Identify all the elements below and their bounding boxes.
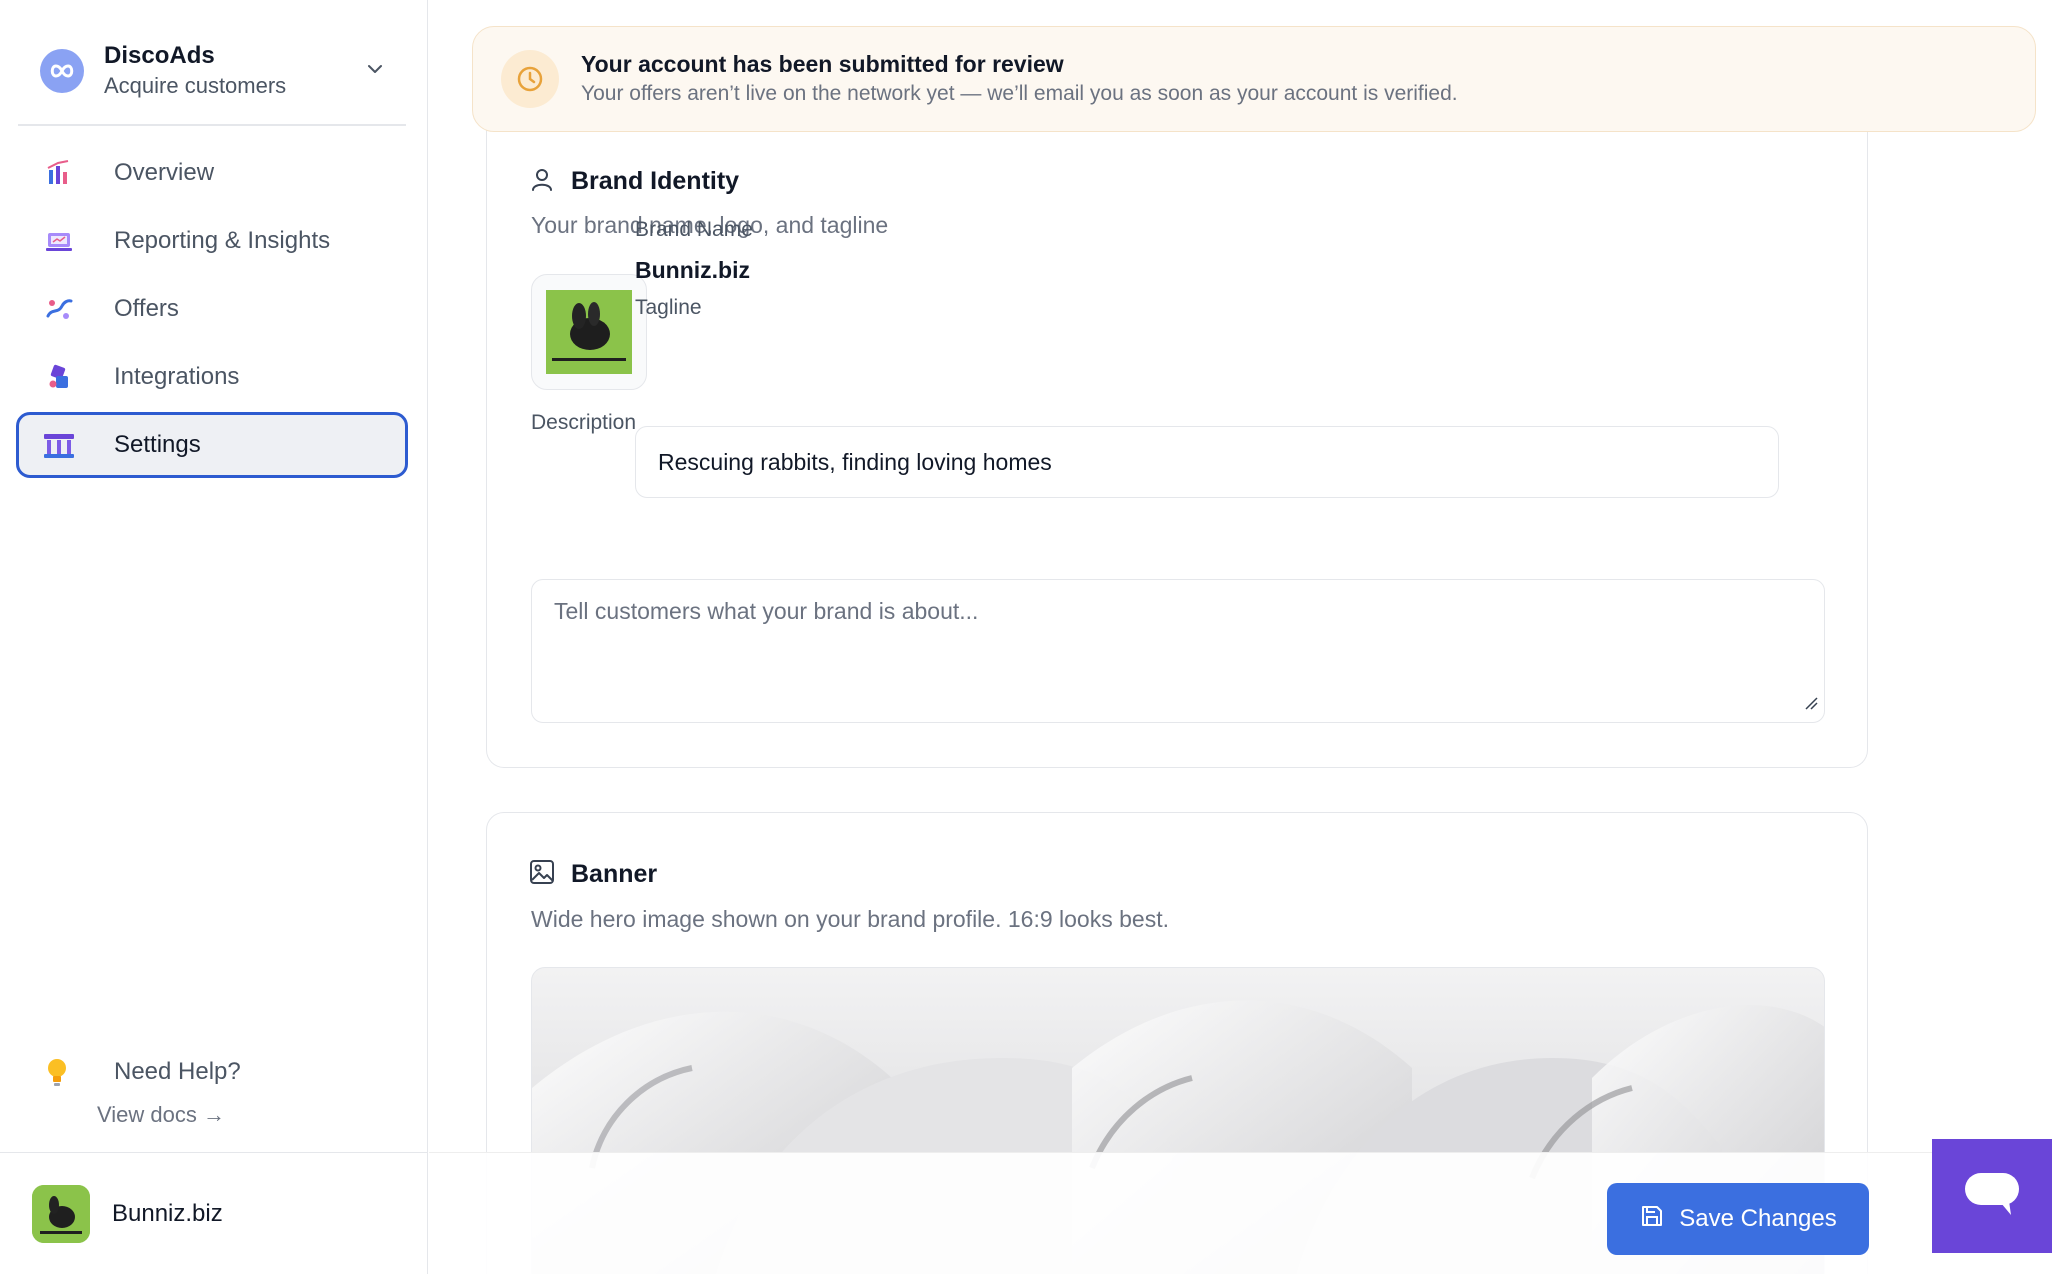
avatar	[32, 1184, 90, 1243]
description-textarea[interactable]: Tell customers what your brand is about.…	[531, 579, 1825, 723]
brand-identity-card: Brand Identity Your brand name, logo, an…	[486, 100, 1868, 768]
user-icon	[529, 166, 555, 197]
settings-icon	[42, 428, 76, 462]
save-icon	[1639, 1203, 1665, 1236]
banner-title: Banner	[571, 860, 658, 888]
workspace-switcher[interactable]: DiscoAds Acquire customers	[18, 18, 406, 126]
description-label: Description	[531, 411, 637, 434]
reporting-icon	[42, 224, 76, 258]
brand-name-value: Bunniz.biz	[635, 257, 750, 283]
brand-logo-upload[interactable]	[531, 274, 647, 390]
account-switcher[interactable]: Bunniz.biz	[0, 1152, 428, 1274]
save-label: Save Changes	[1679, 1205, 1837, 1232]
alert-body: Your offers aren’t live on the network y…	[581, 82, 1458, 105]
brand-identity-title: Brand Identity	[571, 167, 740, 195]
image-icon	[529, 859, 555, 890]
brand-logo-image	[546, 290, 632, 374]
sidebar-item-offers[interactable]: Offers	[16, 276, 408, 342]
sidebar-nav: Overview Reporting & Insights Offers Int…	[16, 140, 408, 480]
sidebar-item-label: Integrations	[114, 363, 240, 390]
sidebar-item-label: Reporting & Insights	[114, 227, 331, 254]
resize-handle-icon[interactable]	[1804, 689, 1818, 716]
sidebar: DiscoAds Acquire customers Overview Repo…	[0, 0, 428, 1274]
workspace-subtitle: Acquire customers	[104, 73, 287, 98]
tagline-label: Tagline	[635, 296, 702, 319]
sidebar-item-settings[interactable]: Settings	[16, 412, 408, 478]
sidebar-item-label: Offers	[114, 295, 179, 322]
banner-subtitle: Wide hero image shown on your brand prof…	[531, 906, 1169, 932]
overview-icon	[42, 156, 76, 190]
workspace-logo-icon	[40, 49, 84, 93]
main-content: Brand Identity Your brand name, logo, an…	[429, 0, 2052, 1274]
save-changes-button[interactable]: Save Changes	[1607, 1183, 1869, 1255]
view-docs-link[interactable]: View docs →	[97, 1102, 241, 1128]
tagline-input[interactable]: Rescuing rabbits, finding loving homes	[635, 426, 1779, 498]
help-title: Need Help?	[114, 1058, 241, 1085]
help-section: Need Help? View docs →	[40, 1052, 241, 1128]
sidebar-item-integrations[interactable]: Integrations	[16, 344, 408, 410]
sidebar-item-reporting[interactable]: Reporting & Insights	[16, 208, 408, 274]
chevron-down-icon[interactable]	[366, 62, 384, 80]
alert-title: Your account has been submitted for revi…	[581, 51, 1064, 77]
brand-name-label: Brand Name	[635, 218, 753, 241]
sidebar-item-label: Settings	[114, 431, 201, 458]
chat-icon	[1963, 1171, 2021, 1222]
lightbulb-icon	[40, 1056, 74, 1088]
save-bar: Save Changes	[429, 1152, 2052, 1274]
chat-launcher-button[interactable]	[1932, 1139, 2052, 1253]
workspace-name: DiscoAds	[104, 42, 215, 69]
description-placeholder: Tell customers what your brand is about.…	[554, 598, 979, 624]
clock-icon	[501, 50, 559, 108]
sidebar-item-overview[interactable]: Overview	[16, 140, 408, 206]
offers-icon	[42, 292, 76, 326]
sidebar-item-label: Overview	[114, 159, 215, 186]
account-name: Bunniz.biz	[112, 1199, 223, 1227]
review-status-alert: Your account has been submitted for revi…	[472, 26, 2036, 132]
integrations-icon	[42, 360, 76, 394]
